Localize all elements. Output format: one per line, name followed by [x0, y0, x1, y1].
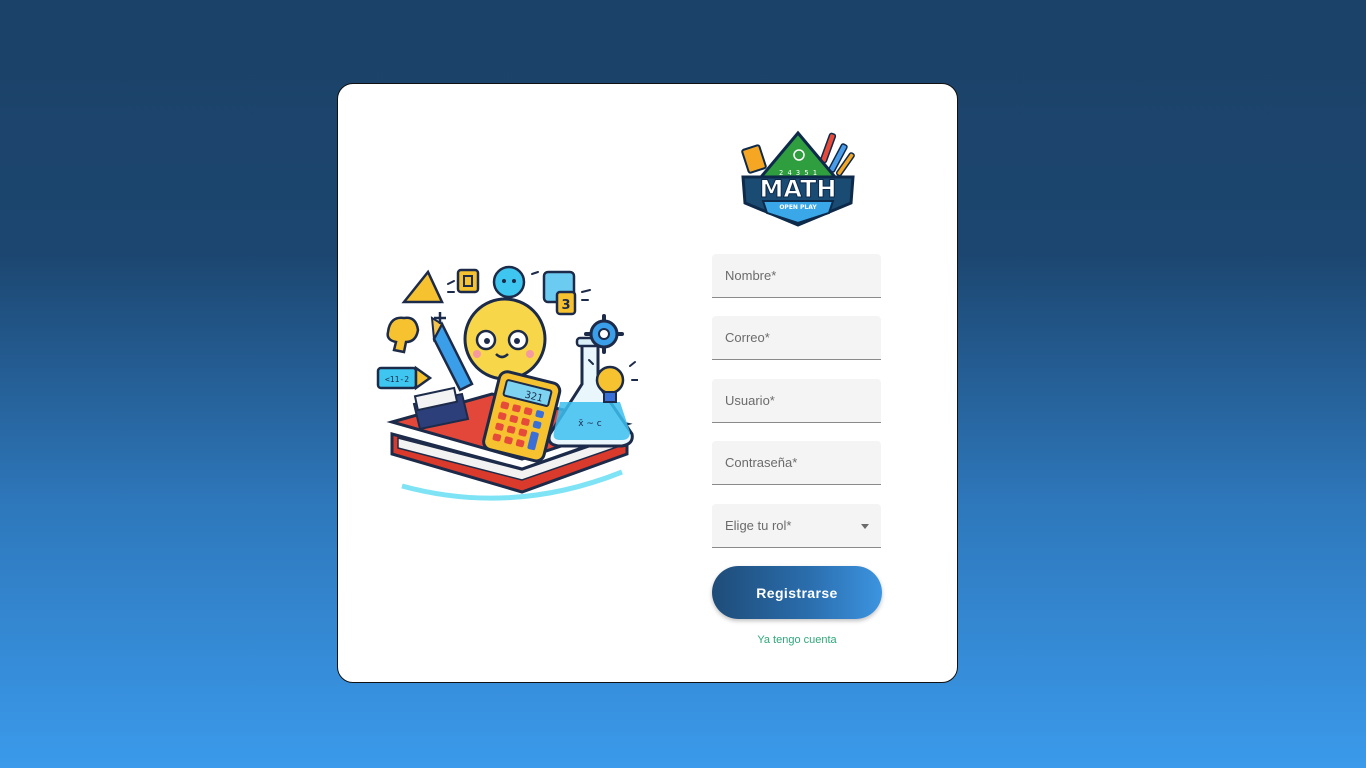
username-field[interactable]	[712, 379, 881, 423]
register-card: 321 x̄ ~ c 3 <11-2 2 4 3 5 1 MATH OPEN P…	[337, 83, 958, 683]
register-button[interactable]: Registrarse	[712, 566, 882, 619]
password-field[interactable]	[712, 441, 881, 485]
name-input[interactable]	[712, 254, 881, 297]
tag-text: <11-2	[385, 375, 409, 384]
logo-title: MATH	[759, 175, 836, 203]
logo-subtitle: OPEN PLAY	[779, 204, 817, 211]
role-select[interactable]: Elige tu rol*	[712, 504, 881, 548]
username-input[interactable]	[712, 379, 881, 422]
name-field[interactable]	[712, 254, 881, 298]
password-input[interactable]	[712, 441, 881, 484]
math-logo: 2 4 3 5 1 MATH OPEN PLAY	[741, 130, 855, 227]
login-link[interactable]: Ya tengo cuenta	[712, 634, 882, 646]
email-field[interactable]	[712, 316, 881, 360]
svg-text:x̄ ~ c: x̄ ~ c	[578, 419, 602, 429]
email-input[interactable]	[712, 316, 881, 359]
math-illustration: 321 x̄ ~ c 3 <11-2	[376, 265, 638, 501]
dropdown-caret-icon	[861, 524, 869, 529]
number-block: 3	[561, 298, 570, 313]
role-select-label: Elige tu rol*	[725, 518, 792, 533]
